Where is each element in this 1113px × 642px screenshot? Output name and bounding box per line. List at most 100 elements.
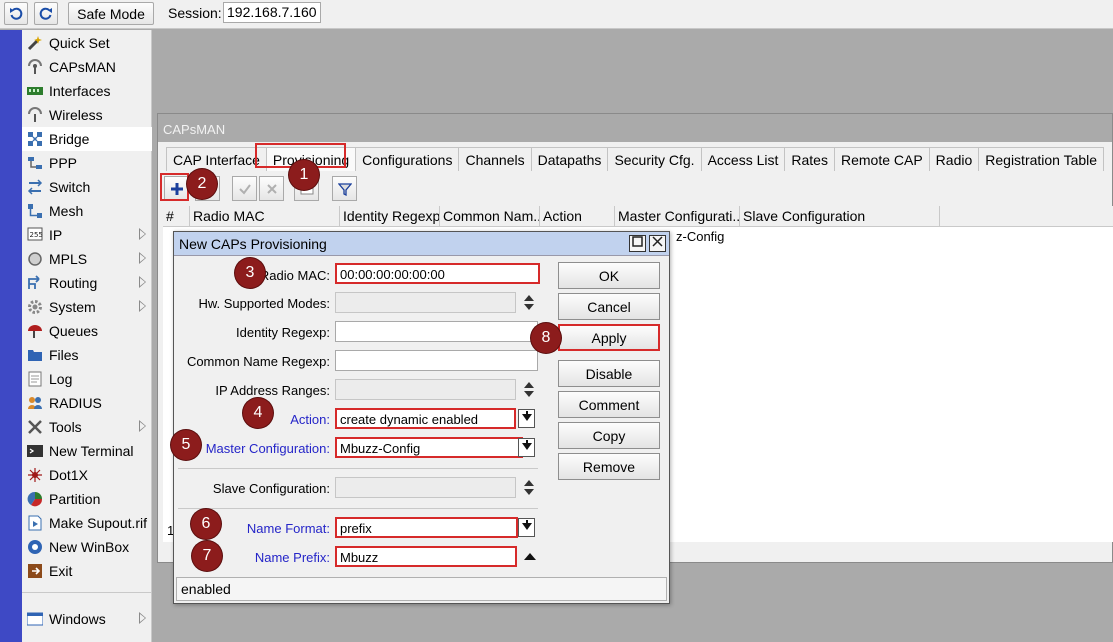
tab-access-list[interactable]: Access List xyxy=(700,147,786,171)
users-icon xyxy=(26,395,44,411)
column-header-slave-configuration[interactable]: Slave Configuration xyxy=(740,206,940,227)
identity-regexp-input[interactable] xyxy=(335,321,538,342)
spinner-updown-icon[interactable] xyxy=(523,478,535,498)
column-header-action[interactable]: Action xyxy=(540,206,615,227)
sidebar-item-label: Bridge xyxy=(49,131,90,147)
sidebar-item-quick-set[interactable]: Quick Set xyxy=(22,31,152,55)
sidebar-item-wireless[interactable]: Wireless xyxy=(22,103,152,127)
dot1x-icon xyxy=(26,467,44,483)
tab-datapaths[interactable]: Datapaths xyxy=(530,147,609,171)
comment-button[interactable]: Comment xyxy=(558,391,660,418)
sidebar-item-capsman[interactable]: CAPsMAN xyxy=(22,55,152,79)
divider xyxy=(178,508,538,509)
spinner-updown-icon[interactable] xyxy=(523,293,535,313)
sidebar-item-label: RADIUS xyxy=(49,395,102,411)
sidebar-item-dot1x[interactable]: Dot1X xyxy=(22,463,152,487)
sidebar-item-ip[interactable]: 255 IP xyxy=(22,223,152,247)
disable-button[interactable]: Disable xyxy=(558,360,660,387)
redo-button[interactable] xyxy=(34,2,58,25)
maximize-button[interactable] xyxy=(629,235,646,252)
sidebar-item-new-terminal[interactable]: New Terminal xyxy=(22,439,152,463)
sidebar-item-label: Log xyxy=(49,371,73,387)
sidebar-item-files[interactable]: Files xyxy=(22,343,152,367)
column-header-identity-regexp[interactable]: Identity Regexp xyxy=(340,206,440,227)
sidebar-item-exit[interactable]: Exit xyxy=(22,559,152,583)
master-configuration-select[interactable]: Mbuzz-Config xyxy=(335,437,523,458)
tab-registration-table[interactable]: Registration Table xyxy=(978,147,1105,171)
tab-radio[interactable]: Radio xyxy=(928,147,980,171)
slave-configuration-input[interactable] xyxy=(335,477,516,498)
tools-icon xyxy=(26,419,44,435)
tab-cap-interface[interactable]: CAP Interface xyxy=(166,147,267,171)
name-prefix-input[interactable]: Mbuzz xyxy=(335,546,517,567)
sidebar-item-switch[interactable]: Switch xyxy=(22,175,152,199)
top-toolbar: Safe Mode Session: 192.168.7.160 xyxy=(0,0,1113,29)
sidebar-item-ppp[interactable]: PPP xyxy=(22,151,152,175)
sidebar-item-radius[interactable]: RADIUS xyxy=(22,391,152,415)
maximize-icon xyxy=(632,236,643,247)
action-select[interactable]: create dynamic enabled xyxy=(335,408,516,429)
sidebar-item-label: New Terminal xyxy=(49,443,134,459)
gear-icon xyxy=(26,299,44,315)
filter-button[interactable] xyxy=(332,176,357,201)
table-row-master-config-cell[interactable]: z-Config xyxy=(676,229,724,244)
safe-mode-button[interactable]: Safe Mode xyxy=(68,2,154,25)
sidebar-item-tools[interactable]: Tools xyxy=(22,415,152,439)
sidebar-item-queues[interactable]: Queues xyxy=(22,319,152,343)
step-marker-1: 1 xyxy=(289,160,319,190)
sidebar-item-windows[interactable]: Windows xyxy=(22,607,152,631)
column-header-master-configuration[interactable]: Master Configurati... xyxy=(615,206,740,227)
remove-button[interactable]: Remove xyxy=(558,453,660,480)
sidebar-item-label: Make Supout.rif xyxy=(49,515,148,531)
exit-icon xyxy=(26,563,44,579)
sidebar-item-mpls[interactable]: MPLS xyxy=(22,247,152,271)
tab-channels[interactable]: Channels xyxy=(458,147,532,171)
add-button[interactable] xyxy=(164,176,189,201)
sidebar-item-system[interactable]: System xyxy=(22,295,152,319)
column-header-common-name[interactable]: Common Nam... xyxy=(440,206,540,227)
column-header-number[interactable]: # xyxy=(163,206,190,227)
ip-address-ranges-input[interactable] xyxy=(335,379,516,400)
undo-button[interactable] xyxy=(4,2,28,25)
sidebar-divider xyxy=(22,592,152,593)
common-name-regexp-input[interactable] xyxy=(335,350,538,371)
sidebar-item-make-supout[interactable]: Make Supout.rif xyxy=(22,511,152,535)
sidebar-item-mesh[interactable]: Mesh xyxy=(22,199,152,223)
cancel-button[interactable]: Cancel xyxy=(558,293,660,320)
tab-configurations[interactable]: Configurations xyxy=(355,147,460,171)
ok-button[interactable]: OK xyxy=(558,262,660,289)
sidebar-item-label: Windows xyxy=(49,611,106,627)
hw-supported-modes-input[interactable] xyxy=(335,292,516,313)
spinner-updown-icon[interactable] xyxy=(523,380,535,400)
disable-button[interactable] xyxy=(259,176,284,201)
column-header-radio-mac[interactable]: Radio MAC xyxy=(190,206,340,227)
master-configuration-dropdown-icon[interactable] xyxy=(518,438,535,457)
sidebar-item-interfaces[interactable]: Interfaces xyxy=(22,79,152,103)
name-format-select[interactable]: prefix xyxy=(335,517,518,538)
radio-mac-input[interactable]: 00:00:00:00:00:00 xyxy=(335,263,540,284)
enable-button[interactable] xyxy=(232,176,257,201)
tab-remote-cap[interactable]: Remote CAP xyxy=(833,147,930,171)
sidebar-item-log[interactable]: Log xyxy=(22,367,152,391)
tab-security-cfg[interactable]: Security Cfg. xyxy=(607,147,702,171)
identity-regexp-label: Identity Regexp: xyxy=(236,325,330,340)
sidebar-item-routing[interactable]: Routing xyxy=(22,271,152,295)
action-dropdown-icon[interactable] xyxy=(518,409,535,428)
log-icon xyxy=(26,371,44,387)
terminal-icon xyxy=(26,443,44,459)
sidebar-item-partition[interactable]: Partition xyxy=(22,487,152,511)
collapse-up-icon[interactable] xyxy=(524,553,536,560)
sidebar-item-label: Tools xyxy=(49,419,82,435)
name-format-dropdown-icon[interactable] xyxy=(518,518,535,537)
name-prefix-label: Name Prefix: xyxy=(254,550,330,565)
sidebar-item-bridge[interactable]: Bridge xyxy=(22,127,152,151)
tab-rates[interactable]: Rates xyxy=(784,147,835,171)
sidebar-item-label: IP xyxy=(49,227,63,243)
apply-button[interactable]: Apply xyxy=(558,324,660,351)
copy-button[interactable]: Copy xyxy=(558,422,660,449)
sidebar-item-new-winbox[interactable]: New WinBox xyxy=(22,535,152,559)
winbox-side-strip xyxy=(0,30,22,642)
close-button[interactable] xyxy=(649,235,666,252)
common-name-regexp-label: Common Name Regexp: xyxy=(186,354,330,369)
sidebar-item-label: Switch xyxy=(49,179,91,195)
